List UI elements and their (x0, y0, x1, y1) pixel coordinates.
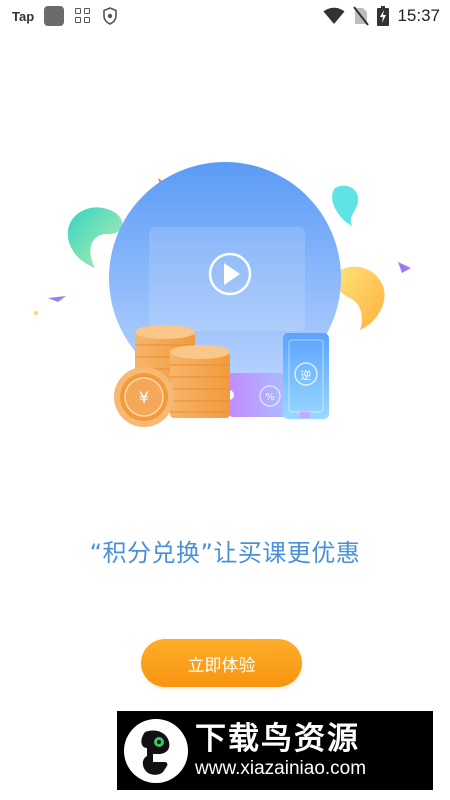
watermark-banner: 下载鸟资源 www.xiazainiao.com (117, 711, 433, 790)
ticket-symbol: 逆 (301, 368, 312, 382)
status-time: 15:37 (397, 6, 440, 25)
ticket-icon: 逆 (283, 333, 329, 419)
no-sim-icon (353, 6, 370, 26)
try-now-button[interactable]: 立即体验 (141, 639, 302, 687)
battery-charging-icon (377, 6, 390, 26)
wifi-icon (323, 7, 345, 24)
bird-logo-icon (124, 718, 188, 783)
app-square-icon (44, 6, 65, 26)
watermark-url: www.xiazainiao.com (195, 757, 367, 779)
status-bar: Tap 15:37 (0, 0, 450, 32)
status-right: 15:37 (323, 6, 440, 26)
coupon-symbol: % (265, 392, 275, 403)
status-left: Tap (12, 6, 118, 26)
yuan-coin-icon: ¥ (114, 367, 174, 427)
grid-icon (74, 7, 92, 25)
watermark-title: 下载鸟资源 (195, 720, 360, 757)
coin-symbol: ¥ (139, 388, 149, 407)
hero-illustration: % 逆 ¥ (34, 162, 411, 427)
watermark-text: 下载鸟资源 www.xiazainiao.com (195, 721, 366, 781)
app-label: Tap (12, 8, 35, 24)
page-slogan: “积分兑换”让买课更优惠 (89, 539, 361, 567)
shield-icon (103, 7, 117, 25)
